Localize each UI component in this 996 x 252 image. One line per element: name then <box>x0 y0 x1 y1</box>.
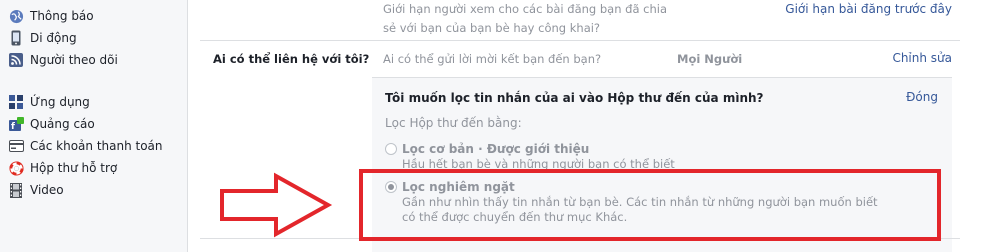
section-label: Ai có thể liên hệ với tôi? <box>213 52 370 66</box>
sidebar-item-payments[interactable]: Các khoản thanh toán <box>8 137 163 155</box>
sidebar-item-label: Ứng dụng <box>30 95 90 109</box>
limit-past-posts-description: Giới hạn người xem cho các bài đăng bạn … <box>383 2 668 35</box>
edit-button[interactable]: Chỉnh sửa <box>892 51 952 65</box>
sidebar-item-label: Di động <box>30 31 77 45</box>
limit-past-posts-link[interactable]: Giới hạn bài đăng trước đây <box>785 0 952 18</box>
globe-icon <box>8 8 24 24</box>
sidebar-item-notifications[interactable]: Thông báo <box>8 7 94 25</box>
close-button[interactable]: Đóng <box>906 90 938 104</box>
payment-card-icon <box>8 138 24 154</box>
sidebar-item-support-inbox[interactable]: Hộp thư hỗ trợ <box>8 159 117 177</box>
lifebuoy-icon <box>8 160 24 176</box>
ads-icon: f <box>8 116 24 132</box>
annotation-highlight-box <box>359 169 941 241</box>
sidebar-item-label: Các khoản thanh toán <box>30 139 163 153</box>
friend-request-value: Mọi Người <box>677 52 743 66</box>
apps-icon <box>8 94 24 110</box>
sidebar-item-apps[interactable]: Ứng dụng <box>8 93 90 111</box>
rss-icon <box>8 52 24 68</box>
sidebar-item-mobile[interactable]: Di động <box>8 29 77 47</box>
filter-by-label: Lọc Hộp thư đến bằng: <box>385 116 522 130</box>
settings-sidebar: Thông báo Di động Người theo dõi Ứng dụn… <box>0 0 187 252</box>
section-divider <box>200 40 960 41</box>
option-title: Lọc cơ bản · Được giới thiệu <box>402 142 590 156</box>
sidebar-item-followers[interactable]: Người theo dõi <box>8 51 118 69</box>
sidebar-item-video[interactable]: Video <box>8 181 64 199</box>
sidebar-item-label: Người theo dõi <box>30 53 118 67</box>
sidebar-item-label: Hộp thư hỗ trợ <box>30 161 118 175</box>
sidebar-item-label: Video <box>30 183 64 197</box>
friend-request-question: Ai có thể gửi lời mời kết bạn đến bạn? <box>383 52 602 66</box>
radio-basic-filter[interactable] <box>385 143 397 155</box>
annotation-arrow-icon <box>220 172 333 238</box>
svg-text:f: f <box>11 122 15 132</box>
film-icon <box>8 182 24 198</box>
sidebar-item-ads[interactable]: f Quảng cáo <box>8 115 95 133</box>
message-filter-question: Tôi muốn lọc tin nhắn của ai vào Hộp thư… <box>385 91 764 105</box>
sidebar-item-label: Quảng cáo <box>30 117 95 131</box>
sidebar-item-label: Thông báo <box>30 9 94 23</box>
mobile-icon <box>8 30 24 46</box>
